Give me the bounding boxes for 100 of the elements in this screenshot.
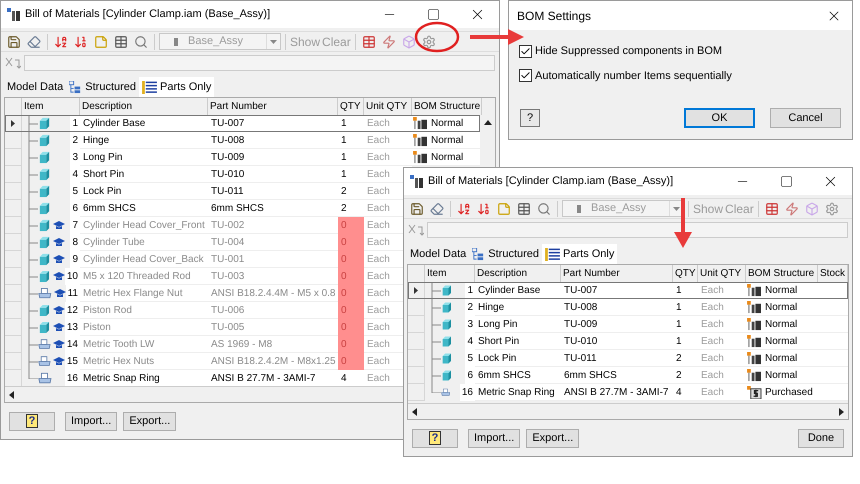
unit-qty-cell-text: Each [367, 338, 390, 352]
checkbox[interactable] [519, 44, 532, 58]
part-number-cell-text: TU-011 [564, 352, 597, 366]
part-number-cell-text: TU-002 [211, 218, 244, 232]
tab[interactable]: Parts Only [542, 244, 618, 264]
column-header[interactable]: Part Number [563, 266, 620, 281]
formula-field[interactable] [24, 54, 495, 70]
column-header[interactable]: Unit QTY [366, 99, 408, 114]
item-number: 13 [66, 321, 78, 335]
done-button[interactable]: Done [798, 428, 844, 448]
grid-icon[interactable] [515, 200, 533, 216]
tree-connector [28, 166, 38, 183]
unit-qty-cell-text: Each [367, 236, 390, 250]
dialog-button[interactable]: Export... [123, 412, 176, 430]
horizontal-scrollbar[interactable] [408, 403, 848, 419]
tree-icon [472, 248, 486, 260]
formula-icon[interactable] [408, 224, 424, 236]
ok-button[interactable]: OK [684, 108, 755, 128]
cube-icon [38, 270, 51, 283]
part-number-cell-text: ANSI B 27.7M - 3AMI-7 [211, 372, 316, 386]
column-header[interactable]: Part Number [210, 99, 267, 114]
column-header[interactable]: Item [24, 99, 44, 114]
tree-connector [28, 302, 38, 319]
eraser-icon[interactable] [25, 34, 43, 50]
scroll-right-icon[interactable] [839, 408, 844, 416]
item-number: 2 [467, 301, 473, 315]
arrow-drawing [470, 28, 524, 46]
tab[interactable]: Parts Only [139, 77, 214, 97]
tree-connector [431, 333, 441, 350]
description-cell-text: Cylinder Tube [83, 236, 145, 250]
qty-cell: 2 [338, 200, 364, 217]
list-icon [142, 80, 158, 94]
tree-connector [28, 183, 38, 200]
part-number-cell-text: TU-009 [211, 150, 244, 164]
qty-cell: 0 [338, 353, 364, 370]
unit-qty-cell-text: Each [367, 372, 390, 386]
cancel-button[interactable]: Cancel [770, 108, 841, 128]
qty-cell: 1 [673, 282, 698, 299]
unit-qty-cell-text: Each [367, 286, 390, 300]
scroll-left-icon[interactable] [412, 408, 417, 416]
column-header[interactable]: QTY [340, 99, 361, 114]
item-number: 1 [467, 284, 473, 298]
column-header[interactable]: Description [82, 99, 132, 114]
cap-icon [54, 289, 66, 298]
column-header[interactable]: Unit QTY [700, 266, 742, 281]
description-cell-text: Long Pin [83, 150, 122, 164]
unit-qty-cell-text: Each [367, 252, 390, 266]
search-icon[interactable] [535, 200, 553, 216]
structure-icon [747, 300, 762, 314]
help-button[interactable]: ? [520, 109, 540, 127]
part-number-cell-text: TU-001 [211, 252, 244, 266]
eraser-icon[interactable] [428, 200, 446, 216]
unit-qty-cell-text: Each [701, 352, 724, 366]
description-cell-text: Lock Pin [83, 184, 122, 198]
description-cell-text: Metric Tooth LW [83, 338, 154, 352]
search-icon[interactable] [132, 34, 150, 50]
column-header[interactable]: QTY [675, 266, 696, 281]
description-cell-text: Metric Hex Nuts [83, 354, 154, 368]
tree-connector [28, 285, 38, 302]
unit-qty-cell-text: Each [367, 202, 390, 216]
item-number: 5 [467, 352, 473, 366]
column-header[interactable]: Description [477, 266, 528, 281]
scroll-up-icon[interactable] [484, 120, 492, 125]
item-number: 16 [462, 386, 473, 400]
option-label: Hide Suppressed components in BOM [535, 44, 722, 59]
item-number: 2 [72, 134, 78, 148]
part-number-cell-text: TU-009 [564, 318, 598, 332]
unit-qty-cell-text: Each [367, 218, 390, 232]
cube-icon [38, 151, 51, 164]
column-header[interactable]: BOM Structure [748, 266, 814, 281]
qty-cell: 1 [338, 149, 364, 166]
description-cell-text: Cylinder Head Cover_Front [83, 218, 205, 232]
cube-icon [38, 185, 51, 198]
column-header[interactable]: Item [427, 266, 446, 281]
scroll-left-icon[interactable] [9, 390, 14, 398]
unit-qty-cell-text: Each [367, 150, 390, 164]
formula-icon[interactable] [5, 56, 21, 68]
bom-structure-cell-text: Normal [765, 368, 798, 382]
item-number: 15 [66, 355, 78, 369]
formula-field[interactable] [427, 222, 848, 238]
description-cell-text: 6mm SHCS [83, 202, 136, 216]
column-header[interactable]: BOM Structure [414, 99, 480, 114]
current-row-icon [414, 286, 418, 294]
cube-icon [441, 301, 453, 314]
cap-icon [52, 272, 65, 281]
tree-connector [28, 217, 38, 234]
help-button[interactable]: ? [9, 412, 55, 430]
part-number-cell-text: TU-008 [564, 300, 598, 314]
qty-cell: 0 [338, 251, 364, 268]
dialog-button[interactable]: Import... [468, 428, 520, 448]
item-number: 16 [66, 372, 78, 386]
tree-connector [28, 149, 38, 166]
grid-icon[interactable] [112, 34, 130, 50]
help-button[interactable]: ? [412, 428, 458, 448]
column-header[interactable]: Stock [820, 266, 846, 281]
description-cell-text: Cylinder Base [478, 284, 540, 298]
dialog-button[interactable]: Export... [526, 428, 580, 448]
cube-icon [38, 134, 51, 147]
checkbox[interactable] [519, 69, 532, 82]
dialog-button[interactable]: Import... [65, 412, 118, 430]
